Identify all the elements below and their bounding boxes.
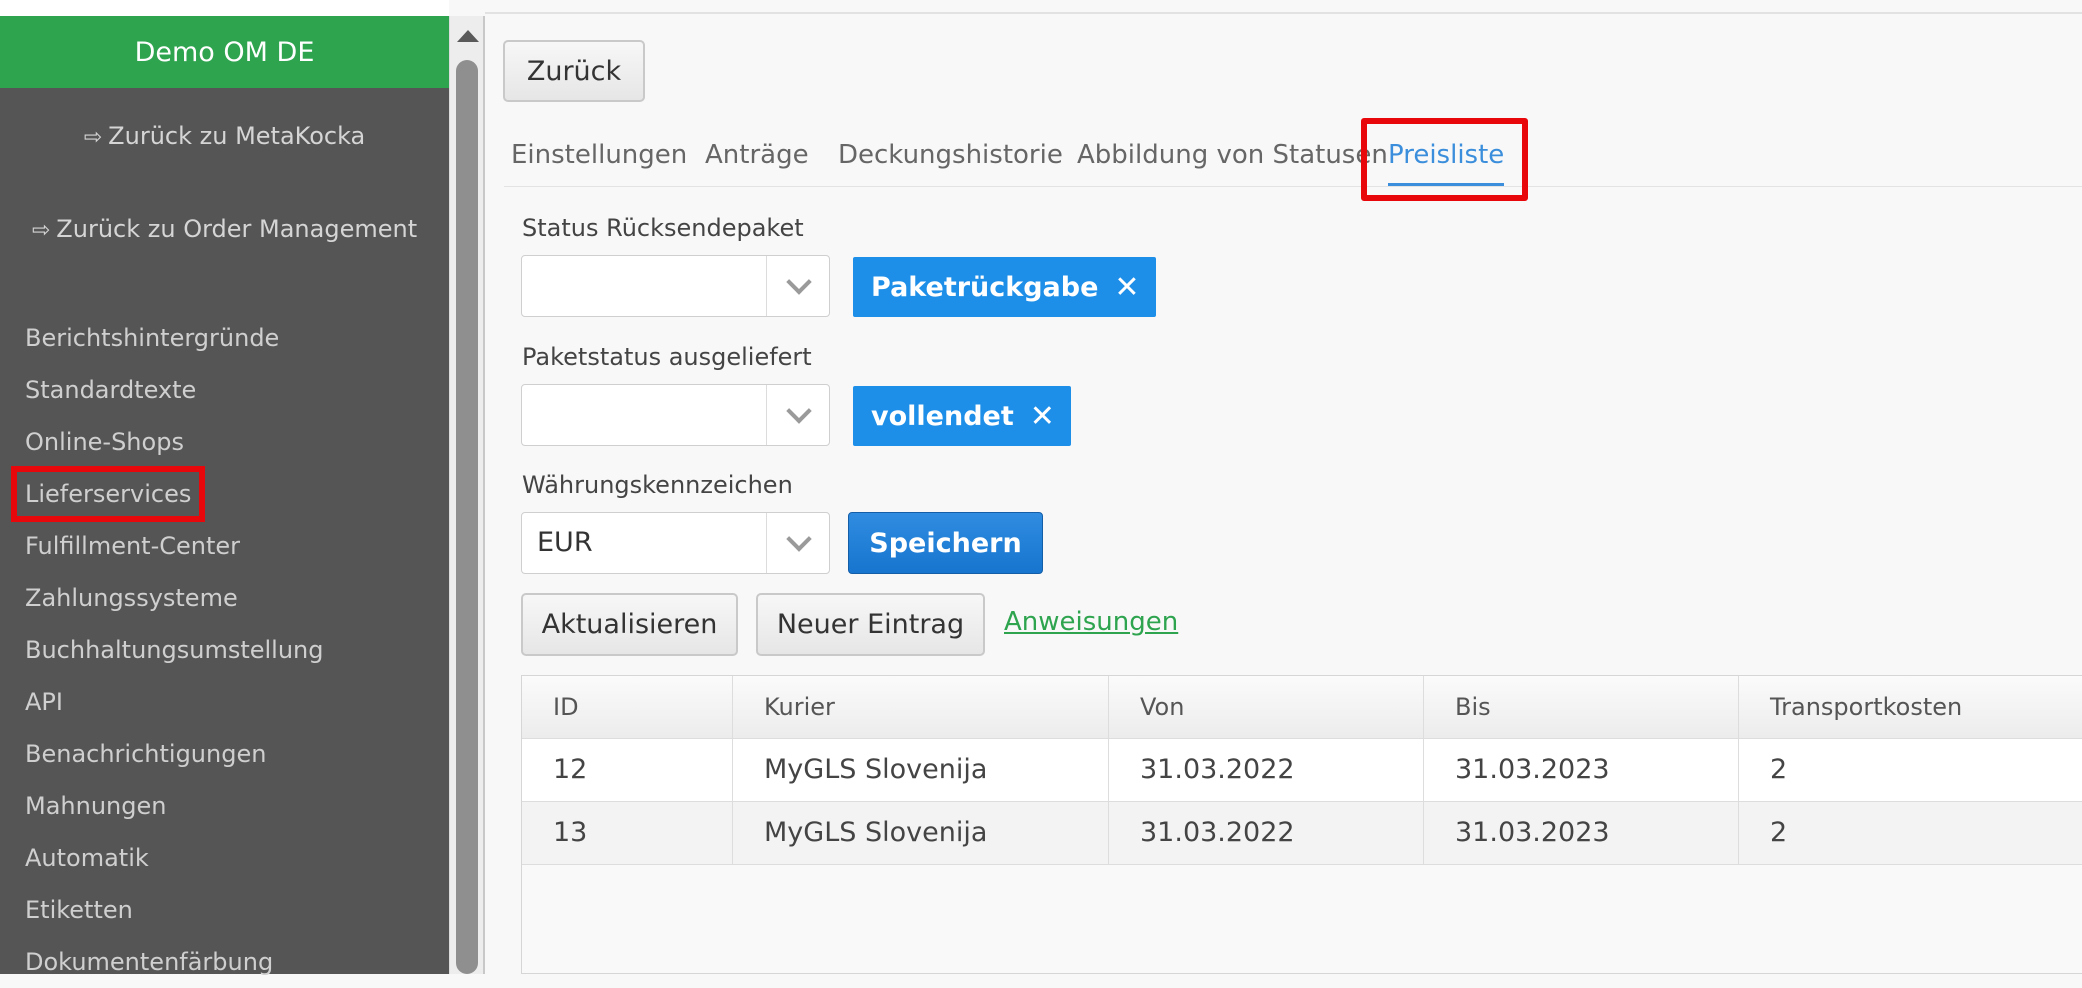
table-cell-transport-cost: 2 bbox=[1770, 817, 1788, 848]
scrollbar-thumb[interactable] bbox=[456, 60, 478, 974]
sidebar-item-label: Buchhaltungsumstellung bbox=[25, 636, 324, 664]
tab-einstellungen[interactable]: Einstellungen bbox=[511, 130, 687, 186]
column-header-transport-cost[interactable]: Transportkosten bbox=[1739, 676, 2082, 738]
table-cell-courier: MyGLS Slovenija bbox=[733, 739, 1109, 801]
sidebar-item-online-shops[interactable]: Online-Shops bbox=[0, 416, 449, 468]
table-cell-from: 31.03.2022 bbox=[1109, 739, 1424, 801]
currency-select[interactable]: EUR bbox=[521, 512, 830, 574]
tab-deckungshistorie[interactable]: Deckungshistorie bbox=[838, 130, 1063, 186]
sidebar-item-label: Benachrichtigungen bbox=[25, 740, 267, 768]
table-row[interactable]: 13 MyGLS Slovenija 31.03.2022 31.03.2023… bbox=[522, 802, 2082, 865]
sidebar-item-label: Berichtshintergründe bbox=[25, 324, 280, 352]
status-return-tag-label: Paketrückgabe bbox=[871, 271, 1099, 303]
sidebar-item-label: Lieferservices bbox=[10, 466, 206, 522]
sidebar-item-label: Dokumentenfärbung bbox=[25, 948, 274, 976]
sidebar-item-label: Automatik bbox=[25, 844, 149, 872]
column-header-id[interactable]: ID bbox=[522, 676, 733, 738]
status-delivered-select[interactable] bbox=[521, 384, 830, 446]
column-header-courier[interactable]: Kurier bbox=[733, 676, 1109, 738]
table-cell-from: 31.03.2022 bbox=[1109, 802, 1424, 864]
sidebar-nav: Berichtshintergründe Standardtexte Onlin… bbox=[0, 312, 449, 988]
table-cell-to: 31.03.2023 bbox=[1424, 739, 1739, 801]
sign-out-icon: ⇨ bbox=[83, 125, 103, 150]
sidebar-item-lieferservices[interactable]: Lieferservices bbox=[0, 466, 449, 522]
status-delivered-label: Paketstatus ausgeliefert bbox=[522, 343, 812, 371]
sidebar-item-automatik[interactable]: Automatik bbox=[0, 832, 449, 884]
status-return-label: Status Rücksendepaket bbox=[522, 214, 804, 242]
back-to-order-management-label: Zurück zu Order Management bbox=[56, 215, 418, 243]
price-list-table: ID Kurier Von Bis Transportkosten 12 MyG… bbox=[521, 675, 2082, 974]
top-divider bbox=[485, 12, 2082, 14]
sidebar-item-label: Mahnungen bbox=[25, 792, 167, 820]
sidebar-item-label: Zahlungssysteme bbox=[25, 584, 238, 612]
table-cell-transport-cost: 2 bbox=[1770, 754, 1788, 785]
top-strip bbox=[0, 0, 449, 16]
currency-label: Währungskennzeichen bbox=[522, 471, 793, 499]
sidebar-item-mahnungen[interactable]: Mahnungen bbox=[0, 780, 449, 832]
currency-value: EUR bbox=[537, 527, 593, 558]
status-return-select[interactable] bbox=[521, 255, 830, 317]
close-icon[interactable]: ✕ bbox=[1030, 399, 1055, 434]
sidebar-item-berichtshintergruende[interactable]: Berichtshintergründe bbox=[0, 312, 449, 364]
chevron-down-icon[interactable] bbox=[786, 269, 812, 295]
table-cell-id: 13 bbox=[522, 802, 733, 864]
back-to-metakocka-link[interactable]: ⇨ Zurück zu MetaKocka bbox=[0, 122, 449, 150]
sidebar-item-api[interactable]: API bbox=[0, 676, 449, 728]
sidebar-item-fulfillment-center[interactable]: Fulfillment-Center bbox=[0, 520, 449, 572]
tab-bar: Einstellungen Anträge Deckungshistorie A… bbox=[504, 130, 2082, 187]
sidebar-item-dokumentenfaerbung[interactable]: Dokumentenfärbung bbox=[0, 936, 449, 988]
back-to-metakocka-label: Zurück zu MetaKocka bbox=[108, 122, 366, 150]
save-button[interactable]: Speichern bbox=[848, 512, 1043, 574]
select-divider bbox=[766, 256, 767, 316]
sidebar-item-benachrichtigungen[interactable]: Benachrichtigungen bbox=[0, 728, 449, 780]
back-to-order-management-link[interactable]: ⇨ Zurück zu Order Management bbox=[0, 215, 449, 243]
sidebar: Demo OM DE ⇨ Zurück zu MetaKocka ⇨ Zurück … bbox=[0, 16, 449, 976]
sidebar-item-label: Online-Shops bbox=[25, 428, 184, 456]
preisliste-highlight bbox=[1361, 118, 1528, 201]
sidebar-item-label: Fulfillment-Center bbox=[25, 532, 241, 560]
table-cell-courier: MyGLS Slovenija bbox=[733, 802, 1109, 864]
select-divider bbox=[766, 513, 767, 573]
close-icon[interactable]: ✕ bbox=[1114, 270, 1139, 305]
sidebar-item-standardtexte[interactable]: Standardtexte bbox=[0, 364, 449, 416]
new-entry-button[interactable]: Neuer Eintrag bbox=[756, 593, 985, 656]
sign-out-icon: ⇨ bbox=[31, 218, 51, 243]
sidebar-item-label: API bbox=[25, 688, 63, 716]
scroll-up-arrow-icon[interactable] bbox=[457, 30, 479, 42]
table-row[interactable]: 12 MyGLS Slovenija 31.03.2022 31.03.2023… bbox=[522, 739, 2082, 802]
status-delivered-tag: vollendet ✕ bbox=[853, 386, 1071, 446]
sidebar-item-label: Etiketten bbox=[25, 896, 133, 924]
column-header-to[interactable]: Bis bbox=[1424, 676, 1739, 738]
sidebar-item-buchhaltungsumstellung[interactable]: Buchhaltungsumstellung bbox=[0, 624, 449, 676]
table-cell-id: 12 bbox=[522, 739, 733, 801]
table-header-row: ID Kurier Von Bis Transportkosten bbox=[522, 676, 2082, 739]
refresh-button[interactable]: Aktualisieren bbox=[521, 593, 738, 656]
sidebar-item-etiketten[interactable]: Etiketten bbox=[0, 884, 449, 936]
tab-antraege[interactable]: Anträge bbox=[705, 130, 809, 186]
column-header-from[interactable]: Von bbox=[1109, 676, 1424, 738]
status-delivered-tag-label: vollendet bbox=[871, 400, 1014, 432]
instructions-link[interactable]: Anweisungen bbox=[1004, 607, 1178, 637]
brand-title: Demo OM DE bbox=[0, 16, 449, 88]
chevron-down-icon[interactable] bbox=[786, 398, 812, 424]
tab-abbildung-von-statusen[interactable]: Abbildung von Statusen bbox=[1077, 130, 1388, 186]
status-return-tag: Paketrückgabe ✕ bbox=[853, 257, 1156, 317]
chevron-down-icon[interactable] bbox=[786, 526, 812, 552]
back-button[interactable]: Zurück bbox=[503, 40, 645, 102]
sidebar-scrollbar[interactable] bbox=[449, 16, 485, 974]
sidebar-item-label: Standardtexte bbox=[25, 376, 197, 404]
select-divider bbox=[766, 385, 767, 445]
sidebar-item-zahlungssysteme[interactable]: Zahlungssysteme bbox=[0, 572, 449, 624]
table-cell-to: 31.03.2023 bbox=[1424, 802, 1739, 864]
